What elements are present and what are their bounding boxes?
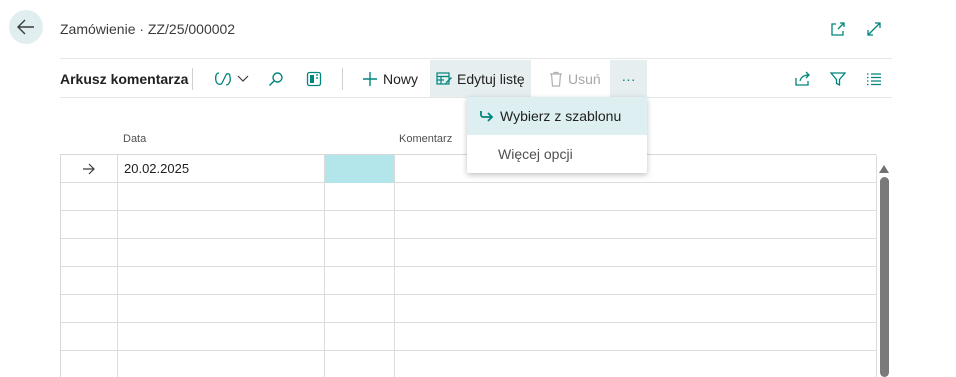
menu-item-label: Więcej opcji [498, 146, 573, 162]
comment-grid: 20.02.2025 [60, 154, 877, 377]
empty-cell[interactable] [325, 295, 395, 323]
open-new-window-button[interactable] [828, 19, 848, 39]
arrow-turn-right-icon [480, 110, 494, 122]
row-indicator [61, 323, 118, 351]
share-icon [794, 71, 812, 87]
empty-cell[interactable] [325, 211, 395, 239]
date-cell[interactable] [118, 351, 325, 377]
expand-button[interactable] [864, 19, 884, 39]
toolbar-divider [342, 68, 343, 90]
comment-cell[interactable] [395, 183, 877, 211]
more-options-menu: Wybierz z szablonu Więcej opcji [467, 97, 647, 173]
search-button[interactable] [262, 60, 290, 97]
empty-cell[interactable] [325, 323, 395, 351]
menu-item-more-options[interactable]: Więcej opcji [467, 135, 647, 173]
comment-cell[interactable] [395, 323, 877, 351]
scroll-up-button[interactable] [879, 160, 889, 173]
toolbar-divider [192, 68, 193, 90]
trash-icon [549, 71, 563, 87]
date-cell[interactable] [118, 239, 325, 267]
arrow-left-icon [17, 19, 34, 35]
edit-in-excel-button[interactable] [300, 60, 328, 97]
row-indicator [61, 239, 118, 267]
table-row[interactable] [61, 267, 877, 295]
open-in-new-icon [831, 22, 845, 36]
arrow-right-icon [83, 163, 95, 175]
edit-list-icon [436, 71, 452, 87]
comment-cell[interactable] [395, 239, 877, 267]
list-icon [866, 72, 882, 86]
column-header-date[interactable]: Data [123, 133, 146, 145]
expand-icon [867, 22, 881, 36]
empty-cell[interactable] [325, 239, 395, 267]
filter-icon [830, 71, 846, 87]
menu-item-label: Wybierz z szablonu [500, 108, 622, 124]
edit-list-button[interactable]: Edytuj listę [430, 60, 531, 97]
table-row[interactable] [61, 211, 877, 239]
toolbar-title: Arkusz komentarza [60, 71, 189, 87]
comment-cell[interactable] [395, 211, 877, 239]
comment-cell[interactable] [395, 267, 877, 295]
back-button[interactable] [9, 10, 43, 44]
plus-icon [362, 71, 378, 87]
layout-icon [306, 71, 322, 87]
date-cell[interactable] [118, 211, 325, 239]
new-button[interactable]: Nowy [356, 60, 424, 97]
selected-cell[interactable] [325, 155, 395, 183]
row-indicator [61, 155, 118, 183]
comment-cell[interactable] [395, 295, 877, 323]
new-button-label: Nowy [383, 70, 419, 87]
table-row[interactable] [61, 183, 877, 211]
filter-button[interactable] [824, 60, 852, 97]
copilot-icon [214, 71, 232, 87]
row-indicator [61, 351, 118, 377]
row-indicator [61, 267, 118, 295]
menu-item-choose-template[interactable]: Wybierz z szablonu [467, 97, 647, 135]
copilot-button[interactable] [208, 60, 255, 97]
date-cell[interactable] [118, 323, 325, 351]
delete-label: Usuń [568, 70, 601, 87]
more-icon: ··· [621, 70, 636, 87]
row-indicator [61, 295, 118, 323]
row-indicator [61, 211, 118, 239]
empty-cell[interactable] [325, 351, 395, 377]
list-view-button[interactable] [860, 60, 888, 97]
table-row[interactable] [61, 295, 877, 323]
date-cell[interactable]: 20.02.2025 [118, 155, 325, 183]
share-button[interactable] [788, 60, 818, 97]
page-breadcrumb: Zamówienie · ZZ/25/000002 [60, 21, 236, 37]
date-cell[interactable] [118, 183, 325, 211]
table-row[interactable] [61, 351, 877, 377]
triangle-up-icon [879, 165, 889, 173]
empty-cell[interactable] [325, 183, 395, 211]
table-row[interactable] [61, 323, 877, 351]
more-options-button[interactable]: ··· [610, 60, 647, 97]
delete-button[interactable]: Usuń [543, 60, 607, 97]
action-bar: Arkusz komentarza Nowy Edytuj listę Usuń… [60, 58, 892, 98]
comment-cell[interactable] [395, 351, 877, 377]
column-header-comment[interactable]: Komentarz [399, 133, 452, 145]
chevron-down-icon [237, 75, 249, 83]
edit-list-label: Edytuj listę [457, 70, 525, 87]
date-cell[interactable] [118, 267, 325, 295]
table-row[interactable] [61, 239, 877, 267]
empty-cell[interactable] [325, 267, 395, 295]
row-indicator [61, 183, 118, 211]
search-icon [268, 71, 284, 87]
vertical-scrollbar-thumb[interactable] [880, 177, 889, 377]
date-cell[interactable] [118, 295, 325, 323]
